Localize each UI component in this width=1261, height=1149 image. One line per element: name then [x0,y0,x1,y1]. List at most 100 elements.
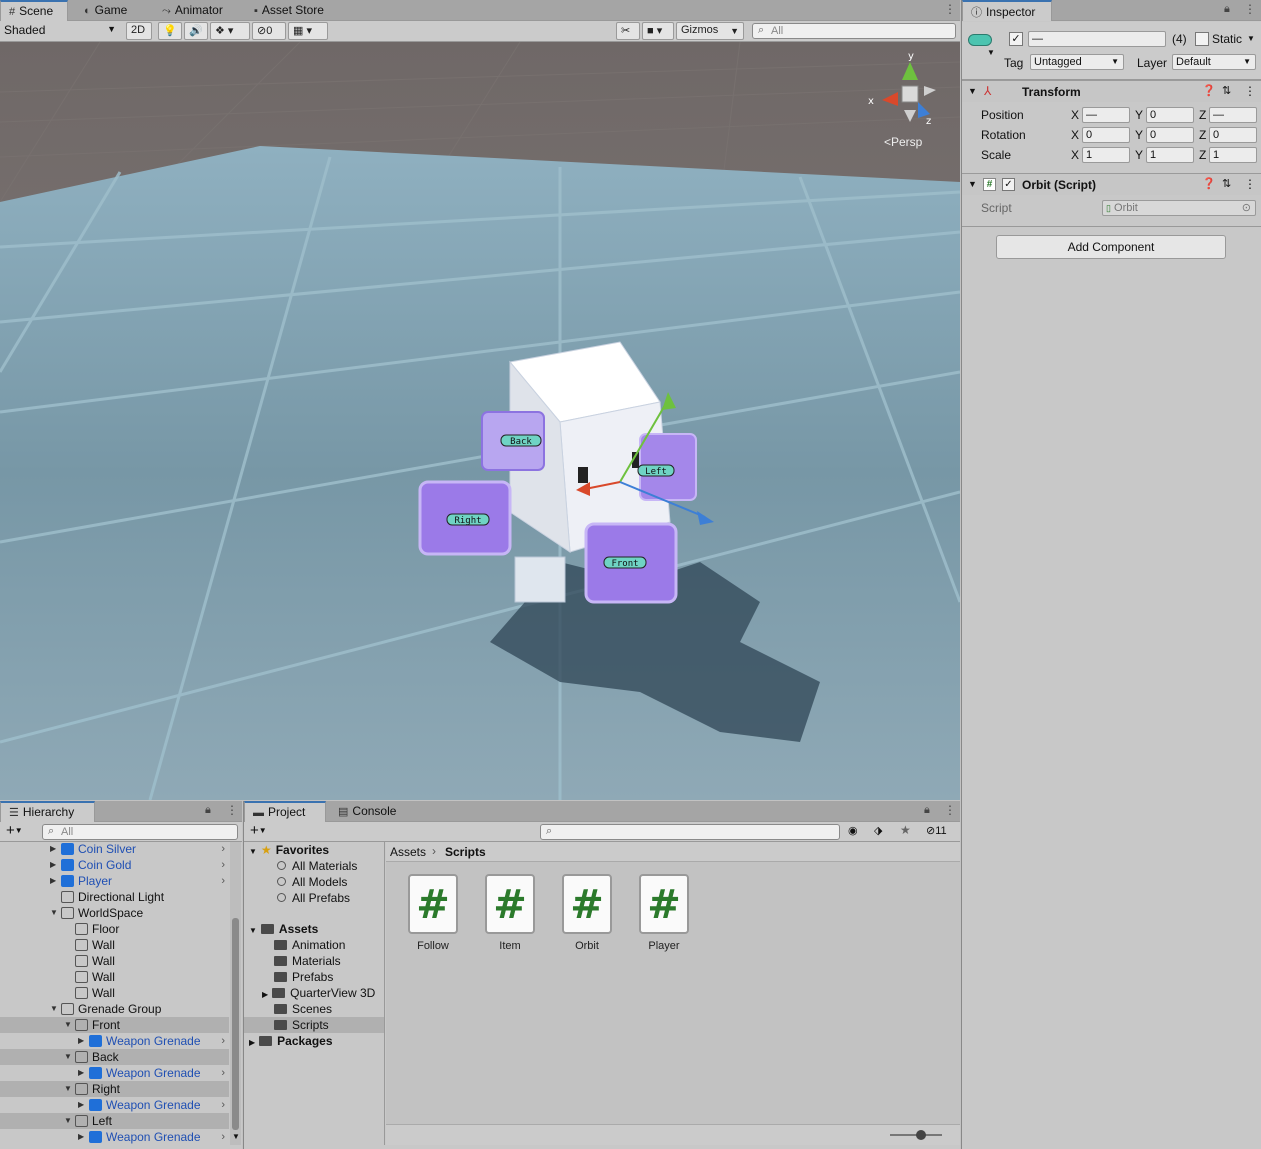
tab-game[interactable]: ◐ Game [76,0,135,21]
effects-toggle-icon[interactable]: ❖ ▾ [210,22,250,40]
breadcrumb-assets[interactable]: Assets [390,845,426,859]
scale-x-field[interactable]: 1 [1082,147,1130,163]
favorites-header[interactable]: ▼ ★ Favorites [249,842,329,858]
icon-size-slider[interactable] [890,1130,942,1140]
persp-label[interactable]: <Persp [884,135,923,149]
search-by-type-icon[interactable]: ◉ [848,824,858,837]
object-name-field[interactable]: — [1028,31,1166,47]
scale-y-field[interactable]: 1 [1146,147,1194,163]
project-menu-icon[interactable]: ⋮ [944,803,956,817]
add-component-button[interactable]: Add Component [996,235,1226,259]
transform-header[interactable]: ▼ ⅄ Transform ❓ ⇅ ⋮ [962,80,1261,102]
scroll-down-arrow-icon[interactable]: ▼ [232,1132,240,1141]
favorite-all-models[interactable]: All Models [277,874,347,890]
assets-header[interactable]: ▼ Assets [249,921,318,937]
tab-project[interactable]: ▬ Project [244,801,326,822]
folder-materials[interactable]: Materials [274,953,341,969]
tab-inspector[interactable]: ⓘ Inspector [962,0,1052,21]
position-y-field[interactable]: 0 [1146,107,1194,123]
grid-toggle-icon[interactable]: ▦ ▾ [288,22,328,40]
enabled-checkbox[interactable]: ✓ [1002,178,1015,191]
rotation-x-field[interactable]: 0 [1082,127,1130,143]
add-object-button[interactable]: +▼ [6,822,23,839]
tools-icon[interactable]: ✂ [616,22,640,40]
list-item[interactable]: ▶ Weapon Grenade › [0,1065,229,1081]
list-item[interactable]: Wall [0,953,229,969]
favorites-star-icon[interactable]: ★ [900,823,911,837]
search-by-label-icon[interactable]: ⬗ [874,824,882,837]
slider-handle[interactable] [916,1130,926,1140]
list-item[interactable]: Wall [0,969,229,985]
folder-scenes[interactable]: Scenes [274,1001,332,1017]
folder-animation[interactable]: Animation [274,937,345,953]
lighting-toggle-icon[interactable]: 💡 [158,22,182,40]
layer-dropdown[interactable]: Default ▼ [1172,54,1256,70]
list-item[interactable]: Wall [0,985,229,1001]
position-z-field[interactable]: — [1209,107,1257,123]
script-reference-field[interactable]: ▯ Orbit ⊙ [1102,200,1256,216]
scene-viewport[interactable]: Back Left Right Front y x z <Persp [0,42,960,800]
rotation-y-field[interactable]: 0 [1146,127,1194,143]
object-picker-icon[interactable]: ⊙ [1242,201,1251,214]
chevron-down-icon[interactable]: ▼ [1247,34,1255,43]
tab-console[interactable]: ▤ Console [330,801,404,822]
breadcrumb-scripts[interactable]: Scripts [445,845,486,859]
hidden-packages-toggle[interactable]: ⊘11 [926,824,947,837]
list-item[interactable]: ▼ Right [0,1081,229,1097]
lock-icon[interactable]: 🔒︎ [1224,3,1230,16]
script-asset-item[interactable]: # Item [475,874,545,952]
hierarchy-search-input[interactable]: ⌕ All [42,824,238,840]
gizmos-button[interactable]: Gizmos ▼ [676,22,744,40]
hierarchy-menu-icon[interactable]: ⋮ [226,803,238,817]
rotation-z-field[interactable]: 0 [1209,127,1257,143]
list-item[interactable]: ▶ Coin Silver › [0,841,229,857]
hierarchy-scrollbar[interactable]: ▼ [230,842,241,1145]
list-item[interactable]: ▶ Coin Gold › [0,857,229,873]
folder-scripts[interactable]: Scripts [244,1017,384,1033]
orbit-script-header[interactable]: ▼ # ✓ Orbit (Script) ❓ ⇅ ⋮ [962,173,1261,195]
list-item[interactable]: ▼ Left [0,1113,229,1129]
list-item[interactable]: ▼ WorldSpace [0,905,229,921]
list-item[interactable]: Wall [0,937,229,953]
project-search-input[interactable]: ⌕ [540,824,840,840]
tab-animator[interactable]: ⤳ Animator [154,0,231,21]
object-icon[interactable] [968,34,992,46]
preset-icon[interactable]: ⇅ [1222,177,1231,190]
static-checkbox[interactable] [1195,32,1209,46]
camera-icon[interactable]: ■ ▾ [642,22,674,40]
help-icon[interactable]: ❓ [1202,177,1216,190]
help-icon[interactable]: ❓ [1202,84,1216,97]
list-item[interactable]: ▶ Weapon Grenade › [0,1097,229,1113]
script-asset-player[interactable]: # Player [629,874,699,952]
hidden-objects-toggle[interactable]: ⊘0 [252,22,286,40]
active-checkbox[interactable]: ✓ [1009,32,1023,46]
component-menu-icon[interactable]: ⋮ [1244,84,1256,98]
lock-icon[interactable]: 🔒︎ [924,804,930,817]
list-item[interactable]: ▼ Back [0,1049,229,1065]
shading-dropdown[interactable]: Shaded ▼ [0,22,120,40]
list-item[interactable]: ▶ Weapon Grenade › [0,1033,229,1049]
tag-dropdown[interactable]: Untagged ▼ [1030,54,1124,70]
tab-scene[interactable]: # Scene [0,0,68,21]
scale-z-field[interactable]: 1 [1209,147,1257,163]
favorite-all-prefabs[interactable]: All Prefabs [277,890,350,906]
list-item[interactable]: Directional Light [0,889,229,905]
script-asset-follow[interactable]: # Follow [398,874,468,952]
audio-toggle-icon[interactable]: 🔊 [184,22,208,40]
list-item[interactable]: Floor [0,921,229,937]
tab-asset-store[interactable]: ▪ Asset Store [246,0,332,21]
list-item[interactable]: ▼ Grenade Group [0,1001,229,1017]
folder-prefabs[interactable]: Prefabs [274,969,333,985]
script-asset-orbit[interactable]: # Orbit [552,874,622,952]
scene-menu-icon[interactable]: ⋮ [944,2,956,16]
component-menu-icon[interactable]: ⋮ [1244,177,1256,191]
create-asset-button[interactable]: +▼ [250,822,267,839]
list-item[interactable]: ▶ Player › [0,873,229,889]
inspector-menu-icon[interactable]: ⋮ [1244,2,1256,16]
tab-hierarchy[interactable]: ☰ Hierarchy [0,801,95,822]
packages-header[interactable]: ▶ Packages [249,1033,333,1049]
list-item[interactable]: ▼ Front [0,1017,229,1033]
position-x-field[interactable]: — [1082,107,1130,123]
scene-search-input[interactable]: ⌕ All [752,23,956,39]
favorite-all-materials[interactable]: All Materials [277,858,357,874]
